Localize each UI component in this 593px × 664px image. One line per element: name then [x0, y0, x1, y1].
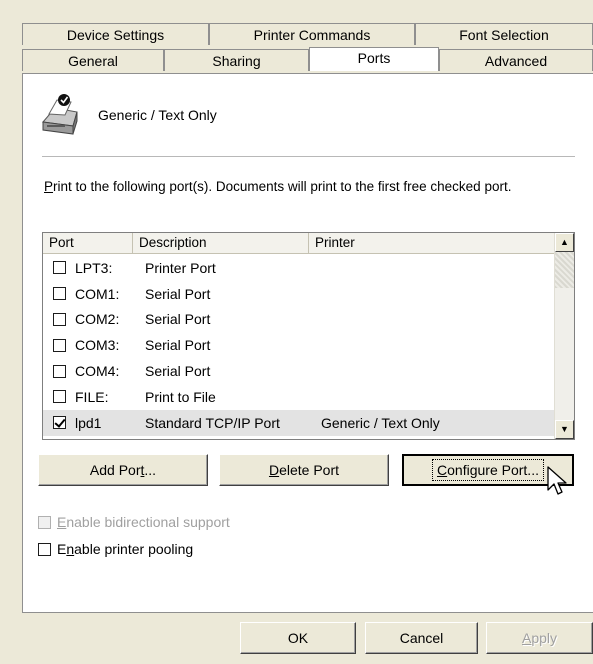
- port-name: COM2:: [75, 311, 120, 328]
- port-list[interactable]: Port Description Printer LPT3: Printer Po…: [42, 232, 575, 440]
- scroll-down-icon: ▼: [560, 424, 569, 434]
- tab-general[interactable]: General: [22, 49, 164, 71]
- scroll-up-icon: ▲: [560, 237, 569, 247]
- port-row[interactable]: COM1: Serial Port: [43, 281, 556, 307]
- bidirectional-label: Enable bidirectional support: [57, 514, 230, 530]
- column-description[interactable]: Description: [133, 233, 309, 253]
- port-name: COM1:: [75, 285, 120, 302]
- port-row[interactable]: COM2: Serial Port: [43, 307, 556, 333]
- mouse-cursor-icon: [547, 466, 569, 501]
- add-port-button[interactable]: Add Port...: [38, 454, 208, 486]
- port-checkbox[interactable]: [53, 287, 66, 301]
- scroll-thumb[interactable]: [555, 252, 574, 288]
- ports-instructions: Print to the following port(s). Document…: [44, 178, 524, 195]
- delete-port-label: Delete Port: [268, 462, 340, 478]
- port-row[interactable]: COM3: Serial Port: [43, 332, 556, 358]
- separator-line: [42, 156, 575, 158]
- port-row[interactable]: FILE: Print to File: [43, 384, 556, 410]
- enable-printer-pooling[interactable]: Enable printer pooling: [38, 541, 193, 557]
- port-description: Standard TCP/IP Port: [145, 414, 280, 431]
- port-row[interactable]: COM4: Serial Port: [43, 358, 556, 384]
- delete-port-button[interactable]: Delete Port: [219, 454, 389, 486]
- port-name: LPT3:: [75, 259, 113, 276]
- port-row[interactable]: lpd1 Standard TCP/IP Port Generic / Text O…: [43, 409, 556, 436]
- port-name: COM4:: [75, 363, 120, 380]
- tab-font-selection[interactable]: Font Selection: [415, 23, 593, 45]
- port-name: COM3:: [75, 337, 120, 354]
- port-printer: Generic / Text Only: [321, 414, 440, 431]
- scroll-up-button[interactable]: ▲: [555, 233, 574, 252]
- tab-ports[interactable]: Ports: [309, 47, 439, 71]
- port-checkbox[interactable]: [53, 261, 66, 275]
- port-row[interactable]: LPT3: Printer Port: [43, 255, 556, 281]
- ok-button[interactable]: OK: [240, 622, 356, 654]
- tab-advanced[interactable]: Advanced: [439, 49, 593, 71]
- port-description: Serial Port: [145, 337, 211, 354]
- port-description: Serial Port: [145, 311, 211, 328]
- configure-port-label: Configure Port...: [432, 459, 544, 481]
- port-name: FILE:: [75, 388, 109, 405]
- port-name: lpd1: [75, 414, 102, 431]
- port-rows: LPT3: Printer Port COM1: Serial Port COM2: Se…: [43, 255, 556, 436]
- pooling-checkbox[interactable]: [38, 542, 51, 556]
- column-port[interactable]: Port: [43, 233, 133, 253]
- scroll-down-button[interactable]: ▼: [555, 420, 574, 439]
- port-checkbox[interactable]: [53, 364, 66, 378]
- tab-sharing[interactable]: Sharing: [164, 49, 309, 71]
- intro-accel: P: [44, 179, 54, 194]
- enable-bidirectional-support: Enable bidirectional support: [38, 514, 230, 530]
- port-description: Serial Port: [145, 285, 211, 302]
- apply-button: Apply: [486, 622, 593, 654]
- tab-printer-commands[interactable]: Printer Commands: [209, 23, 415, 45]
- port-checkbox[interactable]: [53, 338, 66, 352]
- port-checkbox[interactable]: [53, 312, 66, 326]
- add-port-label: Add Port...: [89, 462, 157, 478]
- cancel-button[interactable]: Cancel: [365, 622, 478, 654]
- intro-text: rint to the following port(s). Documents…: [53, 179, 512, 194]
- port-list-header: Port Description Printer: [43, 233, 556, 254]
- port-checkbox[interactable]: [53, 416, 66, 430]
- apply-label: Apply: [521, 630, 558, 646]
- cancel-label: Cancel: [399, 630, 444, 646]
- ok-label: OK: [287, 630, 309, 646]
- port-description: Print to File: [145, 388, 216, 405]
- port-description: Printer Port: [145, 259, 216, 276]
- bidirectional-checkbox: [38, 515, 51, 529]
- printer-name: Generic / Text Only: [98, 107, 217, 123]
- pooling-label: Enable printer pooling: [57, 541, 194, 557]
- port-list-scrollbar[interactable]: ▲ ▼: [554, 233, 574, 439]
- tab-device-settings[interactable]: Device Settings: [22, 23, 209, 45]
- printer-icon: [35, 92, 85, 140]
- port-description: Serial Port: [145, 363, 211, 380]
- column-printer[interactable]: Printer: [309, 233, 556, 253]
- port-checkbox[interactable]: [53, 390, 66, 404]
